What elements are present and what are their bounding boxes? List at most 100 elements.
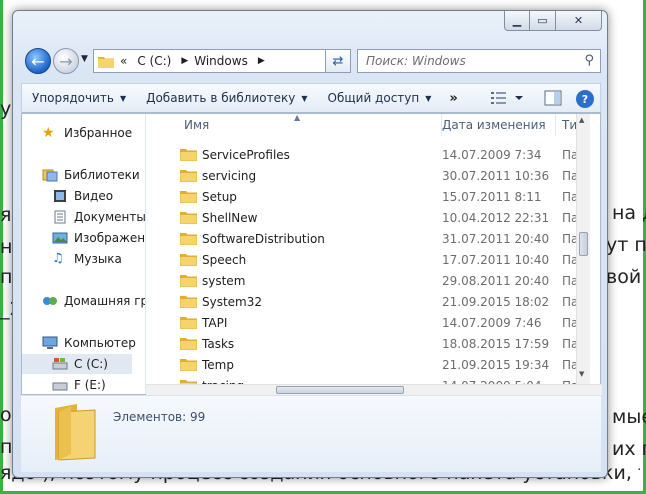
search-input[interactable]: Поиск: Windows ⚲ bbox=[357, 49, 601, 73]
nav-computer-label: Компьютер bbox=[64, 336, 136, 350]
horizontal-scroll-thumb[interactable] bbox=[276, 386, 404, 394]
nav-favorites[interactable]: ★ Избранное bbox=[42, 123, 132, 143]
search-icon[interactable]: ⚲ bbox=[584, 53, 594, 68]
search-placeholder: Поиск: Windows bbox=[366, 54, 466, 68]
more-commands-button[interactable]: » bbox=[441, 91, 465, 106]
nav-libraries[interactable]: Библиотеки bbox=[42, 165, 140, 185]
nav-drive-c-label: C (C:) bbox=[74, 357, 108, 371]
folder-icon bbox=[55, 404, 96, 461]
images-icon bbox=[52, 232, 68, 244]
nav-drive-c[interactable]: C (C:) bbox=[22, 354, 132, 374]
horizontal-scrollbar[interactable] bbox=[146, 384, 602, 395]
background-text: на д bbox=[612, 202, 646, 224]
explorer-window: ▁ ▭ ✕ ← → ▼ « C (C:) ▶ Windows ▶ ⇄ Поиск… bbox=[12, 10, 608, 478]
drive-icon bbox=[52, 382, 68, 391]
file-name: system bbox=[202, 273, 246, 288]
command-bar: Упорядочить ▼ Добавить в библиотеку ▼ Общи… bbox=[21, 83, 601, 113]
file-name: SoftwareDistribution bbox=[202, 231, 325, 246]
chevron-down-icon: ▼ bbox=[425, 93, 432, 103]
column-name[interactable]: Имя bbox=[178, 114, 442, 136]
file-name: Tasks bbox=[202, 336, 235, 351]
nav-music[interactable]: ♫ Музыка bbox=[52, 249, 122, 269]
file-name: ServiceProfiles bbox=[202, 147, 290, 162]
folder-icon bbox=[180, 275, 197, 287]
documents-icon bbox=[54, 210, 66, 224]
back-button[interactable]: ← bbox=[25, 48, 51, 74]
background-text: вой с bbox=[606, 266, 646, 288]
file-date: 21.09.2015 19:34 bbox=[442, 357, 550, 372]
minimize-button[interactable]: ▁ bbox=[504, 11, 530, 31]
file-date: 29.08.2011 20:40 bbox=[442, 273, 550, 288]
refresh-button[interactable]: ⇄ bbox=[325, 49, 351, 73]
crumb-separator[interactable]: ▶ bbox=[258, 56, 265, 66]
column-date-modified[interactable]: Дата изменения bbox=[436, 114, 556, 136]
background-text: мые bbox=[612, 406, 646, 428]
file-name: Speech bbox=[202, 252, 247, 267]
background-text: их п bbox=[612, 438, 646, 460]
nav-images[interactable]: Изображения bbox=[52, 228, 145, 248]
crumb-windows[interactable]: Windows bbox=[194, 54, 248, 68]
nav-homegroup[interactable]: Домашняя группа bbox=[42, 291, 145, 311]
nav-libraries-label: Библиотеки bbox=[64, 168, 140, 182]
share-button[interactable]: Общий доступ ▼ bbox=[318, 91, 442, 105]
folder-icon bbox=[180, 170, 197, 182]
address-row: ← → ▼ « C (C:) ▶ Windows ▶ ⇄ Поиск: Wind… bbox=[13, 45, 607, 77]
preview-pane-icon[interactable] bbox=[544, 90, 562, 106]
nav-video[interactable]: Видео bbox=[52, 186, 113, 206]
folder-icon bbox=[180, 212, 197, 224]
address-chevrons[interactable]: « bbox=[120, 54, 127, 68]
background-text: ут па bbox=[606, 234, 646, 256]
file-date: 31.07.2011 20:40 bbox=[442, 231, 550, 246]
chevron-down-icon: ▼ bbox=[301, 93, 308, 103]
scroll-down-arrow-icon[interactable]: ▼ bbox=[579, 370, 584, 378]
library-icon bbox=[42, 169, 58, 182]
table-row[interactable]: Tasks18.08.2015 17:59Папка bbox=[164, 333, 590, 354]
file-list: ▲ Имя Дата изменения Тип ServiceProfiles… bbox=[164, 114, 590, 394]
music-icon: ♫ bbox=[52, 251, 64, 266]
add-to-library-label: Добавить в библиотеку bbox=[146, 91, 296, 105]
nav-documents[interactable]: Документы bbox=[52, 207, 145, 227]
nav-favorites-label: Избранное bbox=[64, 126, 133, 140]
address-bar[interactable]: « C (C:) ▶ Windows ▶ bbox=[93, 49, 351, 73]
file-date: 10.04.2012 22:31 bbox=[442, 210, 550, 225]
folder-icon bbox=[180, 149, 197, 161]
table-row[interactable]: Temp21.09.2015 19:34Папка bbox=[164, 354, 590, 375]
table-row[interactable]: System3221.09.2015 18:02Папка bbox=[164, 291, 590, 312]
table-row[interactable]: SoftwareDistribution31.07.2011 20:40Папк… bbox=[164, 228, 590, 249]
view-options-icon[interactable] bbox=[490, 90, 524, 106]
file-date: 14.07.2009 7:34 bbox=[442, 147, 542, 162]
file-date: 18.08.2015 17:59 bbox=[442, 336, 550, 351]
arrow-right-icon: → bbox=[59, 51, 73, 71]
help-icon[interactable]: ? bbox=[576, 90, 594, 108]
table-row[interactable]: TAPI14.07.2009 7:46Папка bbox=[164, 312, 590, 333]
file-date: 15.07.2011 8:11 bbox=[442, 189, 542, 204]
file-name: TAPI bbox=[202, 315, 228, 330]
add-to-library-button[interactable]: Добавить в библиотеку ▼ bbox=[136, 91, 317, 105]
table-row[interactable]: Speech17.07.2011 10:40Папка bbox=[164, 249, 590, 270]
file-name: ShellNew bbox=[202, 210, 258, 225]
vertical-scrollbar[interactable]: ▲ ▼ bbox=[576, 114, 590, 384]
scroll-up-arrow-icon[interactable]: ▲ bbox=[579, 116, 584, 124]
table-row[interactable]: ServiceProfiles14.07.2009 7:34Папка bbox=[164, 144, 590, 165]
video-icon bbox=[54, 190, 66, 202]
nav-homegroup-label: Домашняя группа bbox=[64, 294, 145, 308]
close-button[interactable]: ✕ bbox=[556, 11, 602, 31]
background-text: п bbox=[0, 266, 13, 288]
forward-button[interactable]: → bbox=[53, 48, 79, 74]
computer-icon bbox=[42, 336, 58, 349]
table-row[interactable]: servicing30.07.2011 10:36Папка bbox=[164, 165, 590, 186]
table-row[interactable]: Setup15.07.2011 8:11Папка bbox=[164, 186, 590, 207]
organize-button[interactable]: Упорядочить ▼ bbox=[22, 91, 136, 105]
crumb-drive-c[interactable]: C (C:) bbox=[137, 54, 171, 68]
vertical-scroll-thumb[interactable] bbox=[579, 232, 588, 256]
maximize-button[interactable]: ▭ bbox=[530, 11, 556, 31]
nav-computer[interactable]: Компьютер bbox=[42, 333, 136, 353]
table-row[interactable]: ShellNew10.04.2012 22:31Папка bbox=[164, 207, 590, 228]
crumb-separator[interactable]: ▶ bbox=[181, 56, 188, 66]
file-date: 21.09.2015 18:02 bbox=[442, 294, 550, 309]
recent-pages-dropdown[interactable]: ▼ bbox=[81, 54, 88, 64]
file-name: servicing bbox=[202, 168, 257, 183]
table-row[interactable]: system29.08.2011 20:40Папка bbox=[164, 270, 590, 291]
folder-icon bbox=[98, 56, 114, 68]
nav-drive-cd[interactable]: CD bbox=[52, 392, 92, 394]
